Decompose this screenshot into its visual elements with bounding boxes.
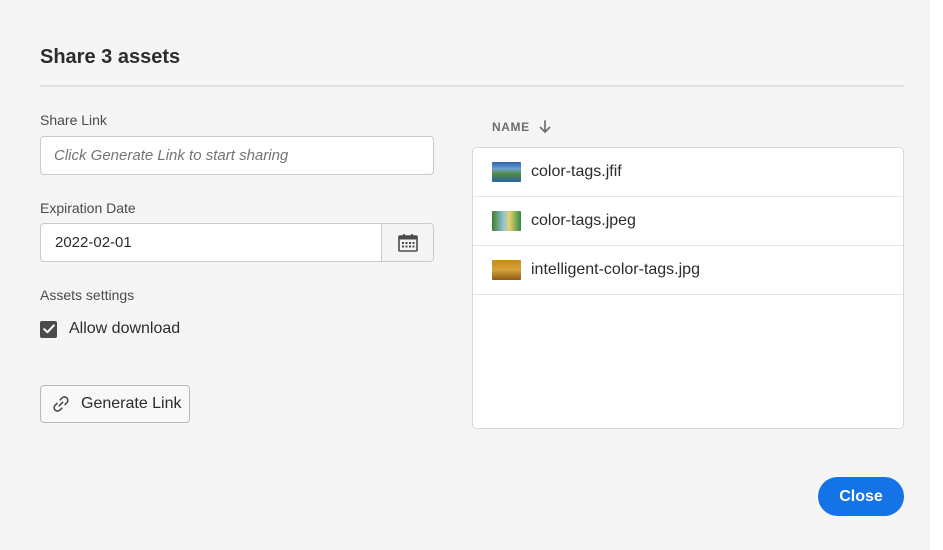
- arrow-down-icon: [539, 120, 551, 134]
- image-thumbnail: [492, 211, 521, 231]
- image-thumbnail: [492, 162, 521, 182]
- dialog-title: Share 3 assets: [40, 46, 181, 68]
- link-icon: [53, 396, 69, 412]
- file-row[interactable]: color-tags.jpeg: [473, 197, 903, 246]
- share-dialog: Share 3 assets Share Link Expiration Dat…: [0, 0, 930, 550]
- calendar-icon: [397, 233, 418, 252]
- file-name: intelligent-color-tags.jpg: [531, 261, 700, 278]
- allow-download-option: Allow download: [40, 319, 180, 339]
- share-link-input[interactable]: [40, 136, 434, 175]
- image-thumbnail: [492, 260, 521, 280]
- share-link-label: Share Link: [40, 112, 107, 128]
- name-column-header[interactable]: NAME: [492, 118, 551, 136]
- assets-settings-label: Assets settings: [40, 287, 135, 303]
- allow-download-checkbox[interactable]: [40, 320, 57, 338]
- allow-download-label[interactable]: Allow download: [69, 320, 180, 338]
- generate-link-label: Generate Link: [81, 395, 182, 412]
- file-row[interactable]: intelligent-color-tags.jpg: [473, 246, 903, 295]
- title-divider: [40, 85, 904, 87]
- file-list: color-tags.jfif color-tags.jpeg intellig…: [472, 147, 904, 429]
- file-row[interactable]: color-tags.jfif: [473, 148, 903, 197]
- file-name: color-tags.jfif: [531, 163, 622, 180]
- close-button[interactable]: Close: [818, 477, 904, 516]
- name-column-label: NAME: [492, 120, 530, 134]
- expiration-date-label: Expiration Date: [40, 200, 136, 216]
- expiration-date-field[interactable]: 2022-02-01: [41, 224, 381, 261]
- generate-link-button[interactable]: Generate Link: [40, 385, 190, 423]
- file-name: color-tags.jpeg: [531, 212, 636, 229]
- checkmark-icon: [42, 324, 55, 334]
- expiration-date-picker: 2022-02-01: [40, 223, 434, 262]
- calendar-button[interactable]: [381, 224, 433, 261]
